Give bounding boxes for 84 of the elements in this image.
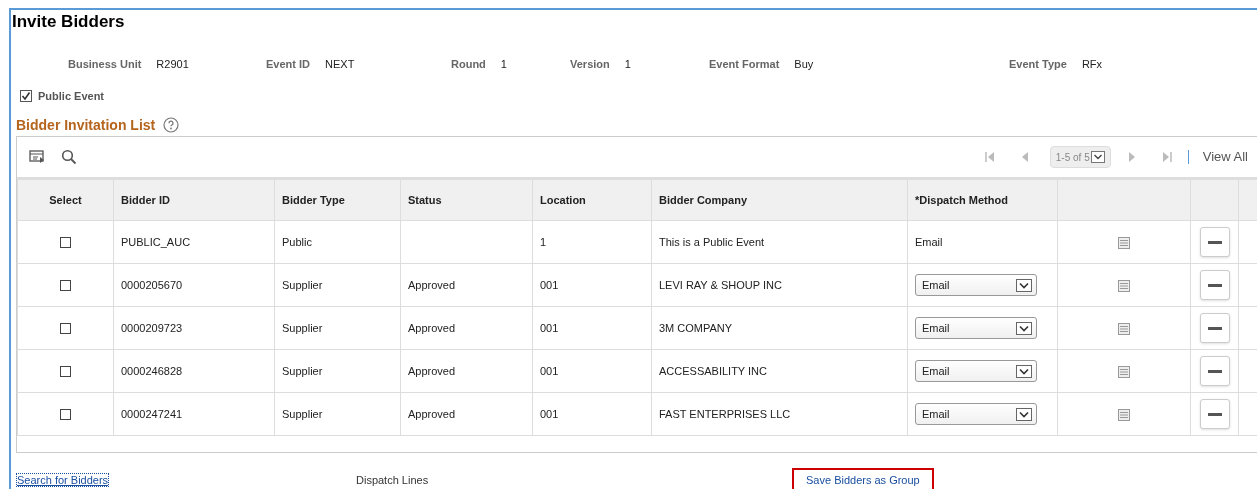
- chevron-down-icon: [1016, 321, 1032, 335]
- field-label: Event Type: [1009, 57, 1067, 72]
- minus-icon: [1207, 240, 1222, 244]
- table-cell: Approved: [408, 278, 456, 291]
- checkbox-label: Public Event: [38, 88, 105, 104]
- field-value: Buy: [794, 57, 814, 72]
- column-header: Status: [408, 193, 442, 206]
- field-label: Event ID: [266, 57, 310, 72]
- chevron-down-icon: [1016, 364, 1032, 378]
- delete-row-button[interactable]: [1199, 399, 1230, 429]
- table-cell: Public: [282, 235, 312, 248]
- column-header: Bidder Company: [659, 193, 747, 206]
- table-cell: Approved: [408, 407, 456, 420]
- table-cell: FAST ENTERPRISES LLC: [659, 407, 791, 420]
- minus-icon: [1207, 369, 1222, 373]
- table-cell: LEVI RAY & SHOUP INC: [659, 278, 782, 291]
- table-cell: 0000247241: [121, 407, 183, 420]
- chevron-down-icon: [1016, 278, 1032, 292]
- chevron-down-icon: [1090, 151, 1105, 163]
- personalize-icon[interactable]: [29, 150, 45, 164]
- select-checkbox[interactable]: [60, 366, 71, 378]
- dispatch-lines-label: Dispatch Lines: [356, 472, 430, 488]
- table-cell: Approved: [408, 364, 456, 377]
- field-value: R2901: [156, 57, 189, 72]
- dispatch-method-dropdown[interactable]: Email: [915, 360, 1037, 382]
- table-cell: Approved: [408, 321, 456, 334]
- help-icon[interactable]: [163, 117, 180, 133]
- details-icon[interactable]: [1118, 279, 1130, 292]
- table-cell: 0000209723: [121, 321, 183, 334]
- field-value: 1: [500, 57, 507, 72]
- table-cell: This is a Public Event: [659, 235, 765, 248]
- column-header: Bidder Type: [282, 193, 345, 206]
- minus-icon: [1207, 326, 1222, 330]
- field-value: 1: [624, 57, 631, 72]
- field-label: Event Format: [709, 57, 780, 72]
- table-cell: Supplier: [282, 364, 323, 377]
- column-header: *Dispatch Method: [915, 193, 1008, 206]
- table-cell: Email: [915, 235, 943, 248]
- column-header: Select: [49, 193, 82, 206]
- select-checkbox[interactable]: [60, 409, 71, 421]
- field-label: Round: [451, 57, 486, 72]
- table-cell: 001: [540, 321, 559, 334]
- table-cell: Supplier: [282, 278, 323, 291]
- field-value: NEXT: [325, 57, 355, 72]
- delete-row-button[interactable]: [1199, 270, 1230, 300]
- details-icon[interactable]: [1118, 236, 1130, 249]
- delete-row-button[interactable]: [1199, 227, 1230, 257]
- chevron-down-icon: [1016, 407, 1032, 421]
- table-cell: 0000205670: [121, 278, 183, 291]
- table-cell: Supplier: [282, 321, 323, 334]
- table-cell: Supplier: [282, 407, 323, 420]
- field-label: Business Unit: [68, 57, 142, 72]
- field-value: RFx: [1081, 57, 1103, 72]
- table-cell: 1: [540, 235, 547, 248]
- dispatch-method-dropdown[interactable]: Email: [915, 317, 1037, 339]
- column-header: Location: [540, 193, 586, 206]
- table-cell: 001: [540, 407, 559, 420]
- table-cell: PUBLIC_AUC: [121, 235, 191, 248]
- table-cell: 001: [540, 364, 559, 377]
- dispatch-method-dropdown[interactable]: Email: [915, 274, 1037, 296]
- public-event-checkbox[interactable]: [20, 90, 32, 102]
- details-icon[interactable]: [1118, 408, 1130, 421]
- minus-icon: [1207, 412, 1222, 416]
- table-cell: 001: [540, 278, 559, 291]
- minus-icon: [1207, 283, 1222, 287]
- details-icon[interactable]: [1118, 322, 1130, 335]
- field-label: Version: [570, 57, 610, 72]
- search-icon[interactable]: [61, 149, 77, 165]
- select-checkbox[interactable]: [60, 280, 71, 292]
- save-bidders-as-group-link[interactable]: Save Bidders as Group: [792, 467, 934, 489]
- details-icon[interactable]: [1118, 365, 1130, 378]
- section-title: Bidder Invitation List: [16, 115, 156, 135]
- table-cell: ACCESSABILITY INC: [659, 364, 767, 377]
- column-header: Bidder ID: [121, 193, 170, 206]
- delete-row-button[interactable]: [1199, 356, 1230, 386]
- table-cell: 3M COMPANY: [659, 321, 733, 334]
- page-title: Invite Bidders: [12, 12, 125, 32]
- delete-row-button[interactable]: [1199, 313, 1230, 343]
- dispatch-method-dropdown[interactable]: Email: [915, 403, 1037, 425]
- table-cell: 0000246828: [121, 364, 183, 377]
- view-all-link[interactable]: View All: [1202, 147, 1248, 167]
- select-checkbox[interactable]: [60, 323, 71, 335]
- search-for-bidders-link[interactable]: Search for Bidders: [16, 471, 356, 489]
- select-checkbox[interactable]: [60, 237, 71, 249]
